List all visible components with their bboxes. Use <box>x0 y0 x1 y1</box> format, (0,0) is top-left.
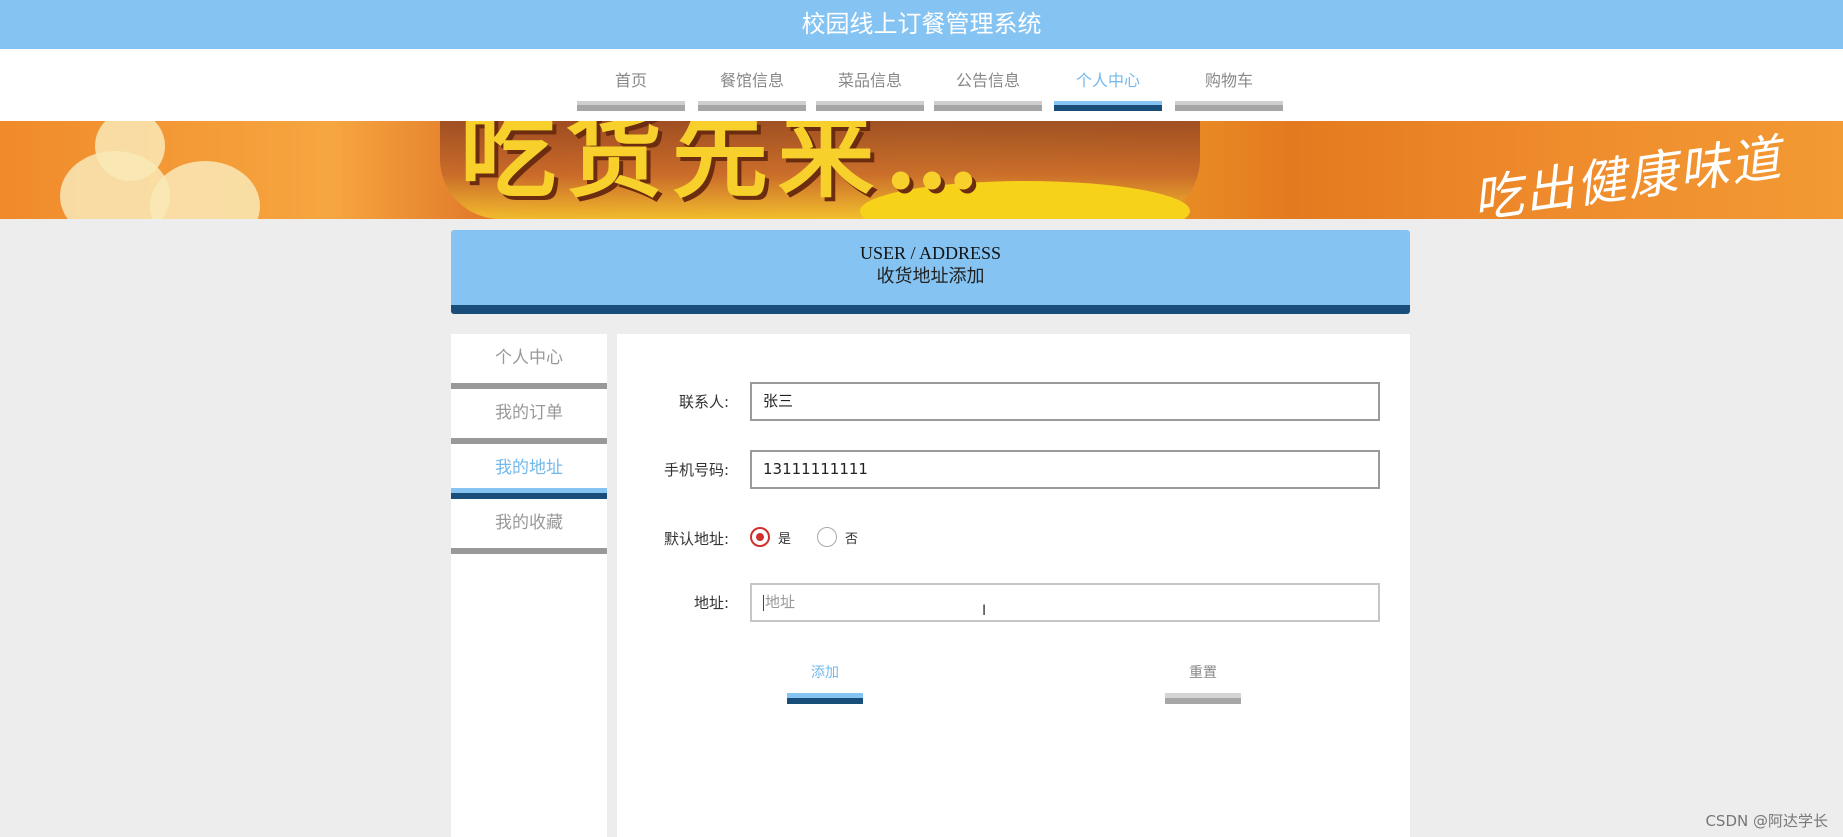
page-header: USER / ADDRESS 收货地址添加 <box>451 230 1410 314</box>
app-title-bar: 校园线上订餐管理系统 <box>0 0 1843 49</box>
sidebar-item-orders[interactable]: 我的订单 <box>451 389 607 444</box>
add-button-underline <box>787 693 863 704</box>
phone-input[interactable]: 13111111111 <box>750 450 1380 489</box>
radio-unchecked-icon <box>817 527 837 547</box>
sidebar-item-favorites[interactable]: 我的收藏 <box>451 499 607 554</box>
nav-item-underline <box>1054 101 1162 111</box>
sidebar-item-addresses[interactable]: 我的地址 <box>451 444 607 499</box>
nav-item-dishes[interactable]: 菜品信息 <box>816 49 924 111</box>
sidebar: 个人中心 我的订单 我的地址 我的收藏 <box>451 334 607 837</box>
nav-item-underline <box>934 101 1042 111</box>
sidebar-item-underline <box>451 548 607 554</box>
radio-checked-icon <box>750 527 770 547</box>
reset-button-label: 重置 <box>1189 665 1217 681</box>
nav-item-cart[interactable]: 购物车 <box>1175 49 1283 111</box>
reset-button-underline <box>1165 693 1241 704</box>
page-title: 收货地址添加 <box>876 266 985 287</box>
app-title: 校园线上订餐管理系统 <box>801 10 1042 38</box>
nav-item-label: 餐馆信息 <box>719 71 784 90</box>
nav-item-label: 首页 <box>614 71 647 90</box>
address-placeholder: 地址 <box>765 593 796 611</box>
watermark: CSDN @阿达学长 <box>1705 812 1828 830</box>
nav-item-notices[interactable]: 公告信息 <box>934 49 1042 111</box>
radio-label: 是 <box>778 532 792 547</box>
banner-headline: 吃货先来… <box>460 121 990 211</box>
contact-value: 张三 <box>763 392 794 410</box>
address-row: 地址: 地址 I <box>617 583 1410 622</box>
nav-item-profile[interactable]: 个人中心 <box>1054 49 1162 111</box>
address-label: 地址: <box>693 594 729 612</box>
nav-item-label: 个人中心 <box>1075 71 1140 90</box>
sidebar-item-underline <box>451 488 607 499</box>
default-address-row: 默认地址: 是 否 <box>617 527 1410 548</box>
banner-decoration <box>150 161 260 219</box>
nav-item-underline <box>816 101 924 111</box>
contact-label: 联系人: <box>678 393 729 411</box>
add-button[interactable]: 添加 <box>787 662 863 704</box>
nav-item-label: 公告信息 <box>955 71 1020 90</box>
address-form: 联系人: 张三 手机号码: 13111111111 默认地址: 是 否 地址: … <box>617 334 1410 837</box>
nav-item-label: 购物车 <box>1204 71 1253 90</box>
contact-input[interactable]: 张三 <box>750 382 1380 421</box>
banner-slogan: 吃出健康味道 <box>1469 128 1787 219</box>
nav-item-underline <box>577 101 685 111</box>
address-input[interactable]: 地址 I <box>750 583 1380 622</box>
sidebar-item-profile[interactable]: 个人中心 <box>451 334 607 389</box>
promo-banner: 吃货先来… 吃出健康味道 <box>0 121 1843 219</box>
page-header-en: USER / ADDRESS <box>859 243 1002 263</box>
reset-button[interactable]: 重置 <box>1165 662 1241 704</box>
sidebar-item-label: 我的订单 <box>495 403 563 423</box>
add-button-label: 添加 <box>811 665 839 681</box>
text-caret <box>763 594 764 611</box>
nav-item-restaurants[interactable]: 餐馆信息 <box>698 49 806 111</box>
phone-label: 手机号码: <box>663 461 729 479</box>
contact-row: 联系人: 张三 <box>617 382 1410 421</box>
text-cursor-icon: I <box>982 603 987 619</box>
nav-item-home[interactable]: 首页 <box>577 49 685 111</box>
nav-item-underline <box>698 101 806 111</box>
default-address-label: 默认地址: <box>663 530 729 548</box>
nav-item-underline <box>1175 101 1283 111</box>
sidebar-item-label: 个人中心 <box>495 348 563 368</box>
sidebar-item-label: 我的地址 <box>495 458 563 478</box>
phone-row: 手机号码: 13111111111 <box>617 450 1410 489</box>
radio-label: 否 <box>845 532 859 547</box>
main-nav: 首页 餐馆信息 菜品信息 公告信息 个人中心 购物车 <box>0 49 1843 121</box>
sidebar-item-label: 我的收藏 <box>495 513 563 533</box>
phone-value: 13111111111 <box>763 460 868 478</box>
nav-item-label: 菜品信息 <box>837 71 902 90</box>
